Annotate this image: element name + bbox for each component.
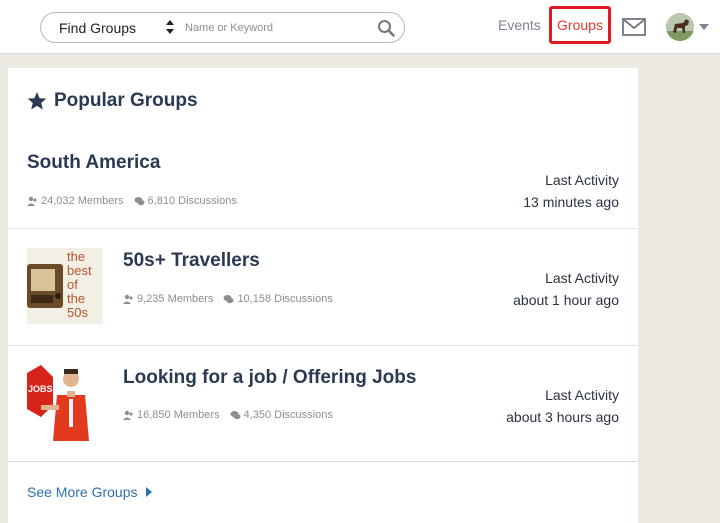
member-count: 16,850 Members	[137, 409, 220, 421]
members-icon	[27, 196, 37, 206]
account-menu-caret-icon[interactable]	[699, 24, 709, 30]
group-name[interactable]: Looking for a job / Offering Jobs	[123, 367, 416, 389]
group-row[interactable]: the best of the 50s 50s+ Travellers 9,23…	[8, 229, 638, 346]
avatar[interactable]	[666, 13, 694, 41]
discussions-icon	[230, 410, 241, 419]
search-type-select[interactable]: Find Groups	[59, 13, 199, 42]
group-row[interactable]: JOBS Looking for a job / Offering Jobs 1…	[8, 346, 638, 461]
mail-icon[interactable]	[622, 18, 646, 36]
group-thumbnail[interactable]: JOBS	[27, 365, 103, 441]
search-icon[interactable]	[377, 19, 395, 37]
discussions-icon	[134, 196, 145, 205]
nav-events-link[interactable]: Events	[498, 17, 541, 33]
horse-avatar-icon	[666, 13, 694, 41]
members-icon	[123, 410, 133, 420]
last-activity-time: about 1 hour ago	[513, 292, 619, 308]
group-name[interactable]: 50s+ Travellers	[123, 250, 260, 272]
group-row[interactable]: South America 24,032 Members 6,810 Discu…	[8, 130, 638, 229]
thumbnail-caption: JOBS	[28, 384, 53, 394]
keyword-input[interactable]	[185, 17, 365, 38]
group-search: Find Groups	[40, 12, 405, 43]
members-icon	[123, 294, 133, 304]
last-activity-label: Last Activity	[545, 172, 619, 188]
discussion-count: 10,158 Discussions	[237, 293, 333, 305]
thumbnail-caption: the best of the 50s	[67, 249, 92, 320]
jobs-sign-thumbnail-icon	[27, 365, 89, 441]
popular-groups-panel: Popular Groups South America 24,032 Memb…	[8, 68, 638, 523]
last-activity-time: about 3 hours ago	[506, 409, 619, 425]
member-count: 24,032 Members	[41, 195, 124, 207]
star-icon	[27, 92, 47, 110]
discussion-count: 4,350 Discussions	[243, 409, 333, 421]
panel-title: Popular Groups	[27, 90, 198, 112]
group-name[interactable]: South America	[27, 152, 160, 174]
discussions-icon	[223, 294, 234, 303]
last-activity: Last Activity about 3 hours ago	[506, 384, 619, 428]
member-count: 9,235 Members	[137, 293, 214, 305]
group-stats: 24,032 Members 6,810 Discussions	[27, 195, 237, 207]
group-stats: 9,235 Members 10,158 Discussions	[123, 293, 333, 305]
top-bar: Find Groups Events Groups	[0, 0, 720, 54]
group-thumbnail[interactable]: the best of the 50s	[27, 248, 103, 324]
see-more-groups-link[interactable]: See More Groups	[27, 484, 152, 500]
last-activity-label: Last Activity	[545, 387, 619, 403]
last-activity-time: 13 minutes ago	[523, 194, 619, 210]
discussion-count: 6,810 Discussions	[147, 195, 237, 207]
chevron-right-icon	[145, 487, 152, 497]
last-activity-label: Last Activity	[545, 270, 619, 286]
panel-title-text: Popular Groups	[54, 90, 198, 111]
select-arrows-icon	[166, 20, 174, 34]
see-more-label: See More Groups	[27, 484, 138, 500]
nav-groups-label: Groups	[557, 17, 603, 33]
radio-thumbnail-icon	[27, 264, 63, 308]
group-stats: 16,850 Members 4,350 Discussions	[123, 409, 333, 421]
last-activity: Last Activity about 1 hour ago	[513, 267, 619, 311]
search-type-label: Find Groups	[59, 19, 137, 36]
nav-groups-link[interactable]: Groups	[549, 6, 611, 44]
panel-divider	[8, 461, 638, 462]
last-activity: Last Activity 13 minutes ago	[523, 169, 619, 213]
